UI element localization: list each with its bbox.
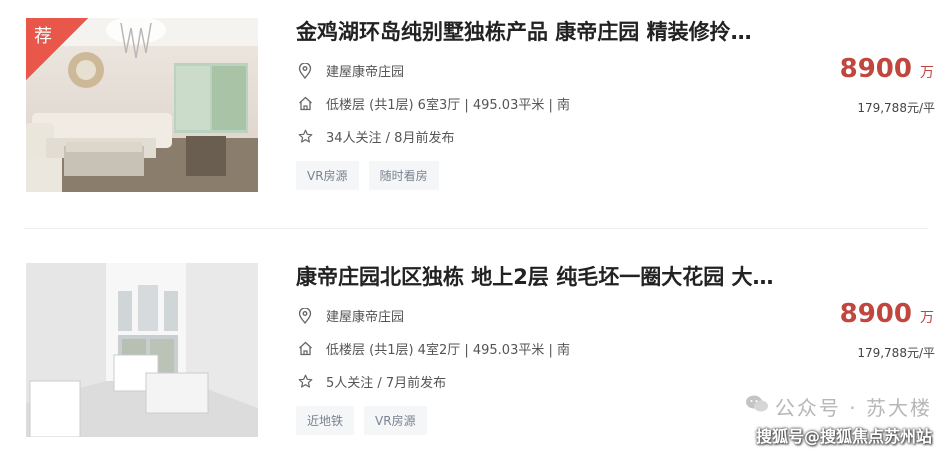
listing-card[interactable]: 荐 金鸡湖环岛纯别墅独栋产品 康帝庄园 精装修拎… 建屋康帝庄园 低楼层 (共1… (0, 10, 952, 210)
watermark-account: 公众号 · 苏大楼 (774, 396, 932, 420)
badge-label: 荐 (34, 26, 52, 47)
meta-row: 5人关注 / 7月前发布 (296, 372, 446, 391)
price-unit: 万 (920, 310, 934, 326)
location-icon (296, 307, 314, 325)
follow-publish-info: 34人关注 / 8月前发布 (326, 131, 455, 146)
community-row: 建屋康帝庄园 (296, 306, 404, 325)
total-price: 8900 万 (840, 299, 934, 329)
total-price: 8900 万 (840, 54, 934, 84)
recommended-badge: 荐 (26, 18, 88, 80)
price-value: 8900 (839, 54, 912, 84)
unit-price: 179,788元/平 (857, 346, 935, 360)
follow-publish-info: 5人关注 / 7月前发布 (326, 376, 447, 391)
community-name[interactable]: 建屋康帝庄园 (326, 306, 404, 325)
tag-chip: 随时看房 (368, 161, 439, 190)
tag-chip: VR房源 (364, 406, 427, 435)
star-icon (296, 128, 314, 146)
watermark-source: 搜狐号@搜狐焦点苏州站 (755, 427, 932, 446)
meta-row: 34人关注 / 8月前发布 (296, 127, 454, 146)
listing-divider (24, 228, 928, 229)
star-icon (296, 373, 314, 391)
community-name[interactable]: 建屋康帝庄园 (326, 61, 404, 80)
tag-list: 近地铁 VR房源 (296, 406, 427, 435)
tag-list: VR房源 随时看房 (296, 161, 439, 190)
house-icon (296, 340, 314, 358)
house-details: 低楼层 (共1层) 6室3厅 | 495.03平米 | 南 (326, 98, 570, 113)
unit-price: 179,788元/平 (857, 101, 935, 115)
price-value: 8900 (839, 299, 912, 329)
house-icon (296, 95, 314, 113)
tag-chip: 近地铁 (296, 406, 355, 435)
listing-photo[interactable] (26, 263, 258, 437)
location-icon (296, 62, 314, 80)
listing-photo[interactable]: 荐 (26, 18, 258, 192)
details-row: 低楼层 (共1层) 6室3厅 | 495.03平米 | 南 (296, 94, 570, 113)
house-details: 低楼层 (共1层) 4室2厅 | 495.03平米 | 南 (326, 343, 570, 358)
wechat-icon (745, 394, 769, 419)
tag-chip: VR房源 (296, 161, 359, 190)
watermark: 公众号 · 苏大楼 搜狐号@搜狐焦点苏州站 (745, 392, 932, 447)
listing-title[interactable]: 金鸡湖环岛纯别墅独栋产品 康帝庄园 精装修拎… (296, 16, 816, 46)
community-row: 建屋康帝庄园 (296, 61, 404, 80)
watermark-wechat: 公众号 · 苏大楼 (745, 392, 932, 421)
details-row: 低楼层 (共1层) 4室2厅 | 495.03平米 | 南 (296, 339, 570, 358)
price-unit: 万 (920, 65, 934, 81)
listing-title[interactable]: 康帝庄园北区独栋 地上2层 纯毛坯一圈大花园 大… (296, 261, 816, 291)
